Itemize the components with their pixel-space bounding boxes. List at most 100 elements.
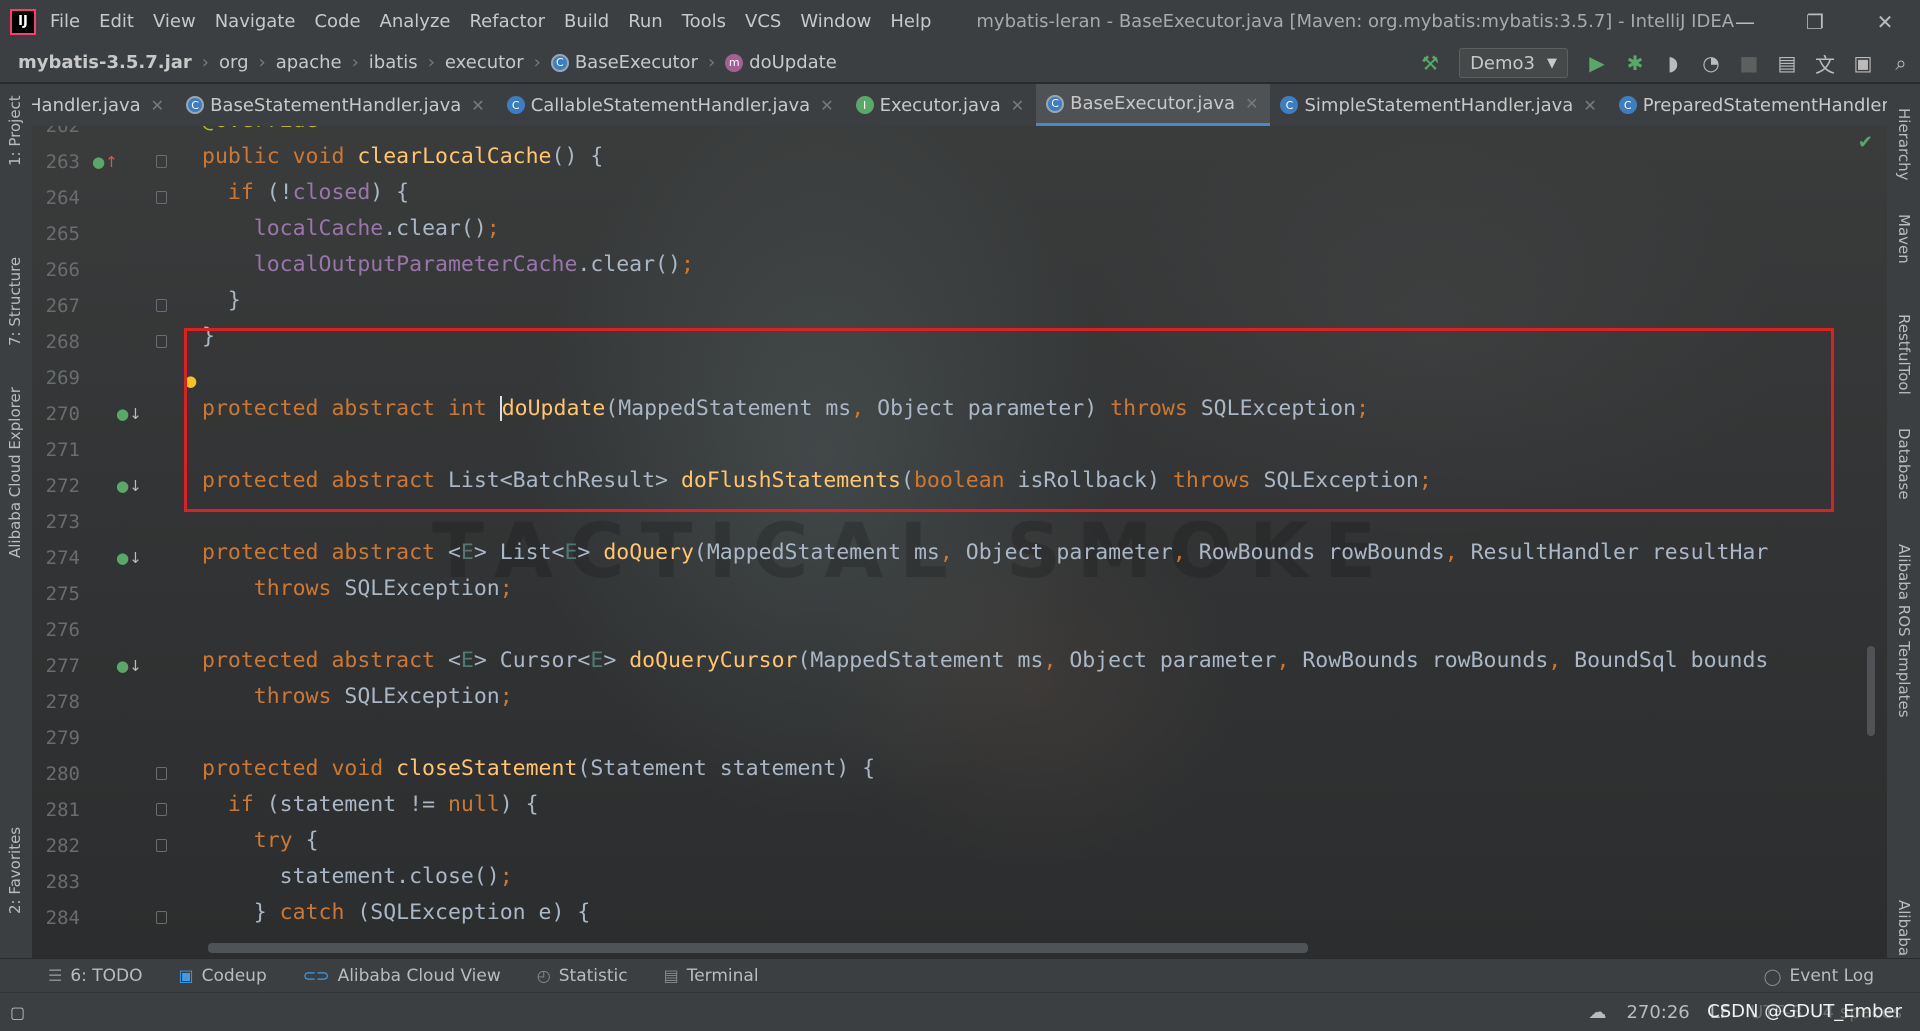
code-text: protected void closeStatement(Statement … (202, 756, 876, 781)
editor-tab-bar: Handler.java ✕ C BaseStatementHandler.ja… (32, 84, 1887, 126)
tool-structure[interactable]: 7: Structure (6, 257, 24, 346)
tool-statistic[interactable]: ◴ Statistic (537, 966, 628, 986)
close-icon[interactable]: ✕ (151, 96, 164, 115)
coverage-icon[interactable]: ◗ (1654, 43, 1692, 83)
code-text: } catch (SQLException e) { (202, 900, 591, 925)
line-number: 277 (45, 655, 80, 677)
menu-analyze[interactable]: Analyze (380, 11, 451, 32)
menu-vcs[interactable]: VCS (745, 11, 781, 32)
tool-project[interactable]: 1: Project (6, 95, 24, 166)
close-window-button[interactable]: ✕ (1850, 0, 1920, 43)
tab-executor[interactable]: I Executor.java ✕ (846, 84, 1037, 126)
inspection-ok-check-icon[interactable]: ✔ (1858, 132, 1873, 153)
fold-icon[interactable] (156, 839, 167, 852)
override-up-arrow-icon[interactable]: ●↑ (92, 153, 118, 171)
tab-simple-statement-handler[interactable]: C SimpleStatementHandler.java ✕ (1270, 84, 1608, 126)
build-hammer-icon[interactable]: ⚒ (1411, 43, 1449, 83)
notifications-icon[interactable]: ☁ (1588, 1002, 1606, 1023)
tool-alibaba-ros-templates[interactable]: Alibaba ROS Templates (1895, 544, 1913, 718)
tool-restful[interactable]: RestfulTool (1895, 314, 1913, 395)
tool-codeup[interactable]: ▣ Codeup (179, 966, 267, 986)
fold-icon[interactable] (156, 335, 167, 348)
menu-refactor[interactable]: Refactor (469, 11, 545, 32)
tool-alibaba[interactable]: Alibaba (1895, 900, 1913, 956)
close-icon[interactable]: ✕ (1583, 96, 1596, 115)
menu-edit[interactable]: Edit (99, 11, 134, 32)
tool-todo[interactable]: ☰ 6: TODO (48, 966, 143, 986)
tab-prepared-statement-handler[interactable]: C PreparedStatementHandler (1609, 84, 1887, 126)
menu-help[interactable]: Help (890, 11, 931, 32)
fold-icon[interactable] (156, 911, 167, 924)
codeup-icon: ▣ (178, 966, 194, 985)
breadcrumb-class[interactable]: C BaseExecutor (550, 52, 698, 73)
menu-file[interactable]: File (50, 11, 80, 32)
code-text: try { (253, 828, 319, 853)
horizontal-scrollbar[interactable] (208, 943, 1308, 953)
implemented-down-arrow-icon[interactable]: ●↓ (116, 549, 142, 567)
tool-hierarchy[interactable]: Hierarchy (1895, 108, 1913, 181)
breadcrumb-org[interactable]: org (219, 52, 249, 73)
line-number: 281 (45, 799, 80, 821)
restore-button[interactable]: ❐ (1780, 0, 1850, 43)
tool-favorites[interactable]: 2: Favorites (6, 827, 24, 914)
code-line: 262 @Override (32, 126, 1887, 144)
tool-alibaba-cloud-explorer[interactable]: Alibaba Cloud Explorer (6, 387, 24, 558)
fold-icon[interactable] (156, 767, 167, 780)
menu-run[interactable]: Run (628, 11, 663, 32)
caret-position[interactable]: 270:26 (1626, 1002, 1689, 1023)
tab-handler[interactable]: Handler.java ✕ (32, 84, 176, 126)
menu-code[interactable]: Code (314, 11, 360, 32)
close-icon[interactable]: ✕ (471, 96, 484, 115)
tool-database[interactable]: Database (1895, 428, 1913, 500)
menu-window[interactable]: Window (800, 11, 871, 32)
breadcrumb-separator: › (427, 52, 435, 73)
tool-alibaba-cloud-view[interactable]: ⊂⊃ Alibaba Cloud View (303, 966, 501, 986)
breadcrumb-executor[interactable]: executor (445, 52, 524, 73)
menu-view[interactable]: View (153, 11, 196, 32)
run-config-select[interactable]: Demo3 ▼ (1459, 48, 1568, 78)
breadcrumb-apache[interactable]: apache (276, 52, 342, 73)
tab-label: PreparedStatementHandler (1642, 94, 1887, 116)
tool-window-bar: ☰ 6: TODO ▣ Codeup ⊂⊃ Alibaba Cloud View… (0, 958, 1920, 992)
code-line: 267 } (32, 288, 1887, 324)
close-icon[interactable]: ✕ (1245, 94, 1258, 113)
breadcrumb-jar[interactable]: mybatis-3.5.7.jar (18, 52, 192, 73)
breadcrumb-ibatis[interactable]: ibatis (369, 52, 418, 73)
menu-tools[interactable]: Tools (682, 11, 726, 32)
implemented-down-arrow-icon[interactable]: ●↓ (116, 657, 142, 675)
vertical-scrollbar[interactable] (1867, 646, 1875, 736)
search-icon[interactable]: ⌕ (1882, 43, 1920, 83)
close-icon[interactable]: ✕ (1011, 96, 1024, 115)
close-icon[interactable]: ✕ (820, 96, 833, 115)
tool-event-log[interactable]: ◯ Event Log (1764, 959, 1874, 993)
fold-icon[interactable] (156, 803, 167, 816)
code-line: 283 statement.close(); (32, 864, 1887, 900)
fold-icon[interactable] (156, 191, 167, 204)
translate-icon[interactable]: 文 (1806, 43, 1844, 83)
fold-icon[interactable] (156, 299, 167, 312)
implemented-down-arrow-icon[interactable]: ●↓ (116, 405, 142, 423)
terminal-window-icon[interactable]: ▣ (1844, 43, 1882, 83)
code-text: @Override (202, 126, 319, 144)
menu-navigate[interactable]: Navigate (215, 11, 296, 32)
breadcrumb-method[interactable]: m doUpdate (725, 52, 837, 73)
code-editor[interactable]: TACTICAL SMOKE 262 @Override 263 ●↑ publ… (32, 126, 1887, 958)
line-number: 280 (45, 763, 80, 785)
fold-icon[interactable] (156, 155, 167, 168)
tool-terminal[interactable]: ▤ Terminal (664, 966, 759, 986)
nav-toolbar: ⚒ Demo3 ▼ ▶ ✱ ◗ ◔ ■ ▤ 文 ▣ ⌕ (1411, 43, 1920, 83)
implemented-down-arrow-icon[interactable]: ●↓ (116, 477, 142, 495)
menu-build[interactable]: Build (564, 11, 609, 32)
stop-icon[interactable]: ■ (1730, 43, 1768, 83)
tab-base-executor[interactable]: C BaseExecutor.java ✕ (1036, 84, 1271, 126)
project-structure-icon[interactable]: ▤ (1768, 43, 1806, 83)
debug-icon[interactable]: ✱ (1616, 43, 1654, 83)
tool-maven[interactable]: Maven (1895, 214, 1913, 264)
code-text: if (!closed) { (227, 180, 410, 205)
minimize-button[interactable]: — (1710, 0, 1780, 43)
tab-base-statement-handler[interactable]: C BaseStatementHandler.java ✕ (176, 84, 497, 126)
run-icon[interactable]: ▶ (1578, 43, 1616, 83)
profiler-icon[interactable]: ◔ (1692, 43, 1730, 83)
toggle-tool-windows-icon[interactable]: ▢ (10, 1003, 25, 1022)
tab-callable-statement-handler[interactable]: C CallableStatementHandler.java ✕ (497, 84, 846, 126)
